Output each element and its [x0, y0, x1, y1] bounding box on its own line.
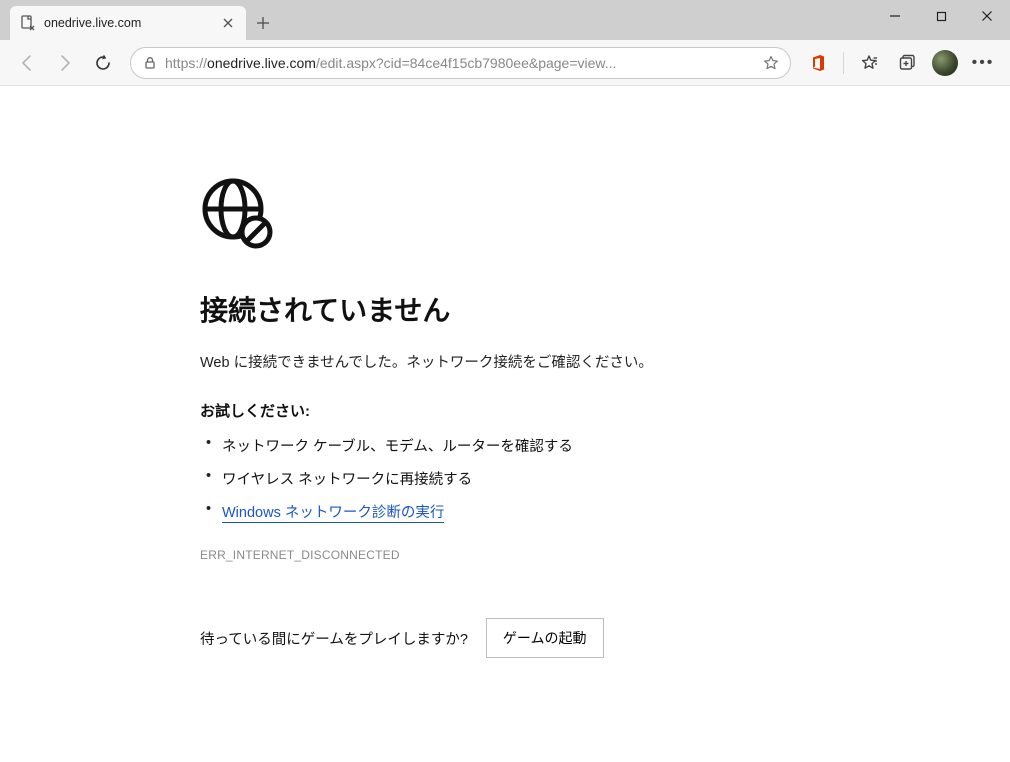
suggestion-item: Windows ネットワーク診断の実行 — [200, 501, 1010, 522]
toolbar-separator — [843, 52, 844, 74]
network-diagnostics-link[interactable]: Windows ネットワーク診断の実行 — [222, 505, 444, 523]
globe-blocked-icon — [200, 176, 1010, 253]
game-prompt-text: 待っている間にゲームをプレイしますか? — [200, 628, 468, 649]
launch-game-button[interactable]: ゲームの起動 — [486, 618, 604, 658]
window-controls — [872, 0, 1010, 40]
window-maximize-button[interactable] — [918, 0, 964, 32]
office-extension-icon[interactable] — [801, 46, 835, 80]
favorite-star-icon[interactable] — [758, 55, 784, 71]
collections-button[interactable] — [890, 46, 924, 80]
browser-tab[interactable]: onedrive.live.com — [10, 6, 246, 40]
favorites-button[interactable] — [852, 46, 886, 80]
more-menu-button[interactable]: ••• — [966, 46, 1000, 80]
game-prompt-row: 待っている間にゲームをプレイしますか? ゲームの起動 — [200, 618, 1010, 658]
suggestion-list: ネットワーク ケーブル、モデム、ルーターを確認する ワイヤレス ネットワークに再… — [200, 435, 1010, 522]
profile-avatar[interactable] — [932, 50, 958, 76]
url-scheme: https:// — [165, 55, 207, 71]
try-title: お試しください: — [200, 400, 1010, 421]
titlebar: onedrive.live.com — [0, 0, 1010, 40]
lock-icon — [141, 56, 159, 70]
back-button[interactable] — [10, 46, 44, 80]
error-heading: 接続されていません — [200, 289, 1010, 329]
url-text: https://onedrive.live.com/edit.aspx?cid=… — [165, 55, 758, 71]
page-error-favicon — [20, 15, 36, 31]
tab-close-button[interactable] — [220, 15, 236, 31]
new-tab-button[interactable] — [246, 6, 280, 40]
url-path: /edit.aspx?cid=84ce4f15cb7980ee&page=vie… — [316, 55, 616, 71]
address-bar[interactable]: https://onedrive.live.com/edit.aspx?cid=… — [130, 47, 791, 79]
error-code: ERR_INTERNET_DISCONNECTED — [200, 548, 1010, 562]
more-dots-icon: ••• — [972, 54, 995, 72]
suggestion-item: ワイヤレス ネットワークに再接続する — [200, 468, 1010, 489]
window-close-button[interactable] — [964, 0, 1010, 32]
tab-title: onedrive.live.com — [44, 16, 220, 30]
refresh-button[interactable] — [86, 46, 120, 80]
suggestion-item: ネットワーク ケーブル、モデム、ルーターを確認する — [200, 435, 1010, 456]
window-minimize-button[interactable] — [872, 0, 918, 32]
url-domain: onedrive.live.com — [207, 55, 316, 71]
browser-toolbar: https://onedrive.live.com/edit.aspx?cid=… — [0, 40, 1010, 86]
error-message: Web に接続できませんでした。ネットワーク接続をご確認ください。 — [200, 351, 1010, 372]
forward-button[interactable] — [48, 46, 82, 80]
page-content: 接続されていません Web に接続できませんでした。ネットワーク接続をご確認くだ… — [0, 86, 1010, 762]
